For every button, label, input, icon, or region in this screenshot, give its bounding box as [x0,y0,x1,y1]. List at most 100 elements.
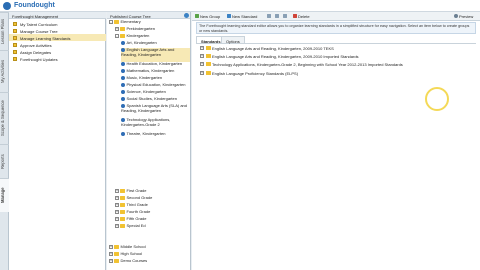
folder-icon [205,62,211,66]
editor-tabs: Standards Options [196,36,476,44]
expand-icon[interactable]: + [200,46,204,50]
tree-node-label: Technology Applications, Kindergarten-Gr… [121,117,171,127]
nav-item-my-talent-curriculum[interactable]: My Talent Curriculum [9,20,106,27]
rail-tab-scope-sequence[interactable]: Scope & Sequence [0,92,9,144]
course-icon [121,90,125,94]
tree-node-label: Kindergarten [126,33,150,38]
rail-tab-my-activities[interactable]: My Activities [0,50,9,92]
delete-icon [293,13,297,18]
refresh-icon[interactable] [184,13,189,18]
nav-item-manage-course-tree[interactable]: Manage Course Tree [9,27,106,34]
delete-button[interactable]: Delete [293,13,310,19]
tree-course-node[interactable]: Spanish Language Arts (SLA) and Reading,… [121,103,190,118]
nav-item-label: Forethought Updates [20,56,58,62]
folder-icon [114,20,119,24]
nav-item-forethought-updates[interactable]: Forethought Updates [9,55,106,62]
preview-icon [454,13,458,18]
nav-item-approve-activities[interactable]: Approve Activities [9,41,106,48]
new-standard-button[interactable]: New Standard [227,13,257,19]
preview-label: Preview [459,13,474,19]
folder-icon [120,27,125,31]
standard-row[interactable]: + English Language Proficiency Standards … [200,71,470,77]
tree-course-node[interactable]: Theatre, Kindergarten [121,131,190,139]
tree-course-node[interactable]: Technology Applications, Kindergarten-Gr… [121,117,190,132]
app-title: Foundought [14,2,55,9]
course-tree-title: Published Course Tree [110,13,151,19]
expand-icon[interactable]: + [115,217,119,221]
tree-node-label: Music, Kindergarten [126,75,163,80]
expand-icon[interactable]: + [200,54,204,58]
expand-icon[interactable]: + [115,210,119,214]
folder-icon [120,196,125,200]
tree-node-label: High School [120,251,143,256]
nav-item-manage-learning-standards[interactable]: Manage Learning Standards [9,34,106,41]
tree-folder-node[interactable]: + Special Ed [115,223,190,231]
tree-folder-node[interactable]: + Demo Courses [109,258,190,266]
tree-node-label: Art, Kindergarten [126,40,157,45]
collapse-icon[interactable]: - [109,20,113,24]
copy-tool-button[interactable] [283,13,288,19]
standard-label: English Language Arts and Reading, Kinde… [212,54,359,59]
tree-node-label: Theatre, Kindergarten [126,131,166,136]
delete-label: Delete [298,13,310,19]
tree-node-label: Middle School [120,244,146,249]
folder-icon [120,34,125,38]
folder-icon [13,56,17,61]
nav-item-label: Assign Delegates [20,49,52,55]
expand-icon[interactable]: + [109,259,113,263]
folder-icon [120,224,125,228]
move-icon [275,13,279,18]
tree-node-label: Physical Education, Kindergarten [126,82,186,87]
expand-icon[interactable]: + [109,245,113,249]
management-panel: Forethought Management My Talent Curricu… [9,12,106,270]
rail-tab-reports[interactable]: Reports [0,144,9,178]
collapse-icon[interactable]: - [115,34,119,38]
tree-node-label: Demo Courses [120,258,148,263]
expand-icon[interactable]: + [115,196,119,200]
rail-tab-manage[interactable]: Manage [0,178,9,212]
tree-course-node[interactable]: English Language Arts and Reading, Kinde… [121,47,190,62]
folder-icon [205,54,211,58]
course-tree-panel: Published Course Tree - Elementary + Prekin… [107,12,191,270]
add-group-icon [195,13,199,18]
expand-icon[interactable]: + [115,224,119,228]
expand-icon[interactable]: + [115,189,119,193]
folder-icon [13,49,17,54]
standard-row[interactable]: + Technology Applications, Kindergarten-G… [200,62,470,68]
nav-item-assign-delegates[interactable]: Assign Delegates [9,48,106,55]
app-logo-icon [3,2,11,10]
edit-tool-button[interactable] [267,13,272,19]
expand-icon[interactable]: + [115,203,119,207]
folder-icon [120,203,125,207]
standard-label: Technology Applications, Kindergarten-Gr… [212,62,403,67]
tree-node-label: Second Grade [126,195,153,200]
expand-icon[interactable]: + [109,252,113,256]
tab-options[interactable]: Options [221,36,245,44]
preview-button[interactable]: Preview [454,13,474,19]
rail-tab-lesson-plans[interactable]: Lesson Plans [0,12,9,50]
expand-icon[interactable]: + [115,27,119,31]
standard-row[interactable]: + English Language Arts and Reading, Kind… [200,46,470,52]
standard-row[interactable]: + English Language Arts and Reading, Kind… [200,54,470,60]
expand-icon[interactable]: + [200,62,204,66]
nav-item-label: My Talent Curriculum [20,21,58,27]
tree-node-label: Mathematics, Kindergarten [126,68,175,73]
move-tool-button[interactable] [275,13,280,19]
standard-label: English Language Arts and Reading, Kinde… [212,46,334,51]
tree-node-label: Fifth Grade [126,216,147,221]
tree-node-label: Health Education, Kindergarten [126,61,183,66]
tree-node-label: Third Grade [126,202,148,207]
cursor-highlight [425,87,449,111]
folder-icon [13,28,17,33]
tree-node-label: Fourth Grade [126,209,151,214]
editor-toolbar: New Group New Standard Delete Preview [192,12,480,21]
folder-icon [120,210,125,214]
tree-node-label: Special Ed [126,223,146,228]
nav-item-label: Manage Learning Standards [20,35,71,41]
folder-icon [114,259,119,263]
tree-node-label: Social Studies, Kindergarten [126,96,177,101]
new-group-button[interactable]: New Group [195,13,220,19]
folder-icon [205,71,211,75]
expand-icon[interactable]: + [200,71,204,75]
folder-icon [13,42,17,47]
